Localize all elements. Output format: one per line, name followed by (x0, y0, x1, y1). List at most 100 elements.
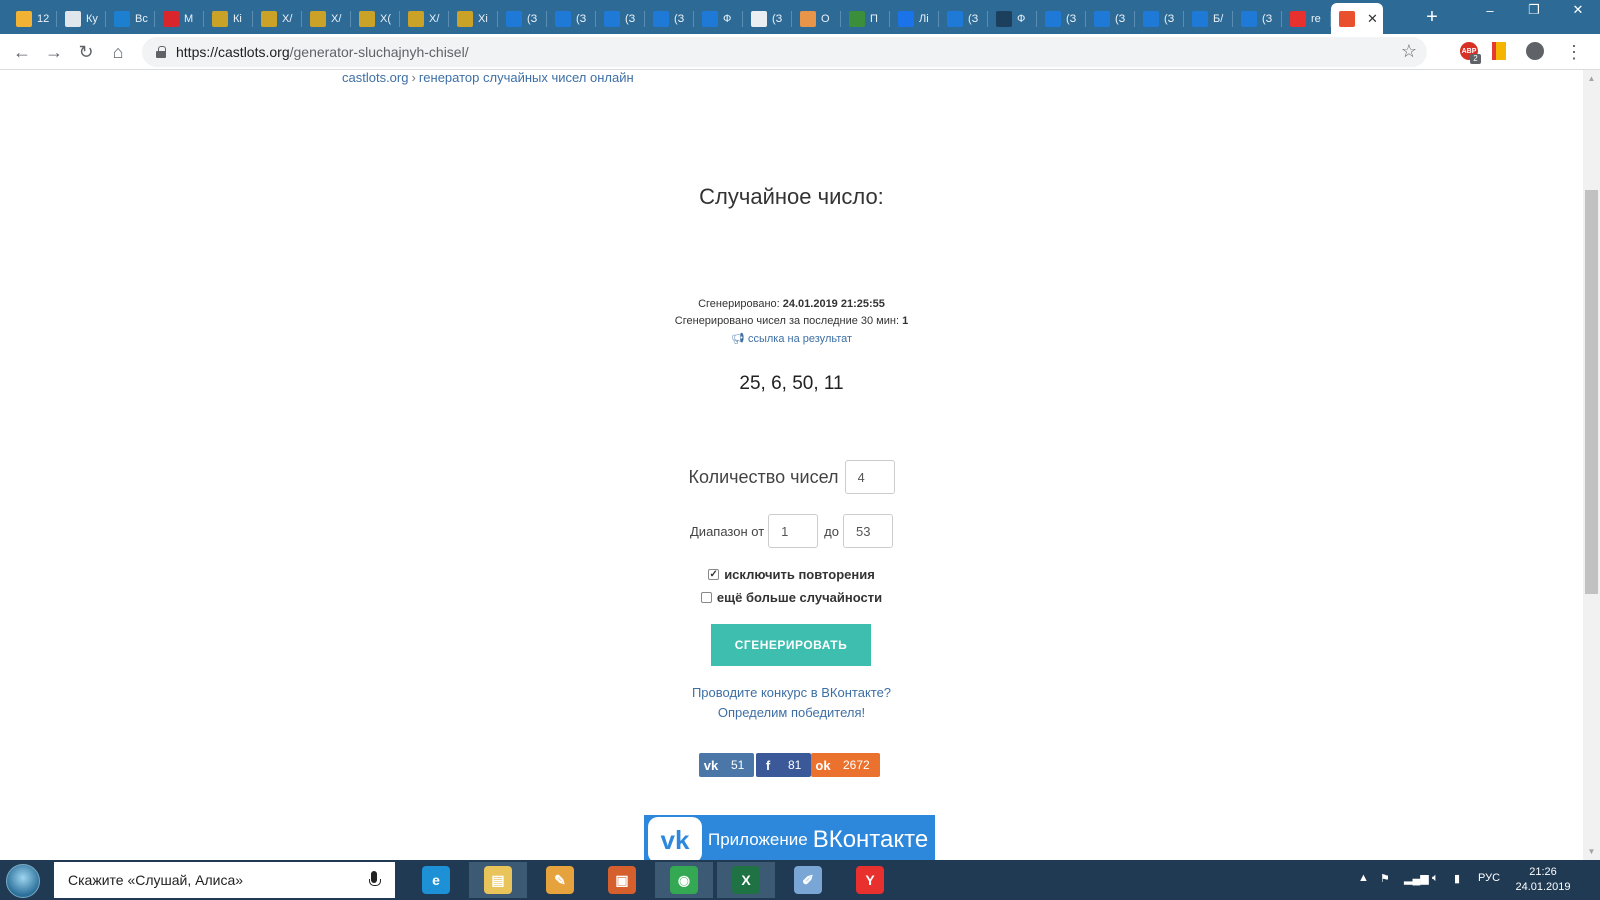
start-button[interactable] (6, 864, 40, 898)
breadcrumb-current-link[interactable]: генератор случайных чисел онлайн (419, 70, 634, 85)
vk-banner-text-1: Приложение (708, 830, 808, 849)
browser-tab[interactable]: (З (1135, 3, 1184, 34)
browser-tab[interactable]: М (155, 3, 204, 34)
browser-tab[interactable]: П (841, 3, 890, 34)
share-count: 81 (788, 758, 802, 772)
browser-tab[interactable]: (З (1037, 3, 1086, 34)
powerpoint-app-icon: ▣ (608, 866, 636, 894)
bookmark-extension-icon[interactable] (1492, 42, 1506, 60)
browser-tab[interactable]: Ф (694, 3, 743, 34)
volume-icon[interactable]: 🔈︎ (1432, 872, 1439, 885)
bookmark-star-icon[interactable]: ☆ (1401, 41, 1417, 62)
taskbar-clock[interactable]: 21:26 24.01.2019 (1508, 865, 1578, 895)
megaphone-icon: 📢︎ (730, 333, 745, 345)
minimize-button[interactable]: – (1468, 0, 1512, 20)
share-odnoklassniki-button[interactable]: ok 2672 (811, 753, 880, 777)
tray-expand-icon[interactable]: ▲ (1358, 872, 1369, 884)
maximize-button[interactable]: ❐ (1512, 0, 1556, 20)
vk-contest-line1[interactable]: Проводите конкурс в ВКонтакте? (0, 683, 1583, 703)
browser-tab[interactable]: Хі (449, 3, 498, 34)
taskbar-powerpoint-app[interactable]: ▣ (593, 862, 651, 898)
adblock-badge: 2 (1470, 54, 1481, 64)
browser-tab[interactable]: re (1282, 3, 1331, 34)
profile-avatar-icon[interactable] (1526, 42, 1544, 60)
page-scrollbar[interactable]: ▲ ▼ (1583, 70, 1600, 860)
castlots-icon (1339, 10, 1355, 27)
microphone-icon[interactable] (369, 871, 381, 889)
browser-tab[interactable]: (З (1233, 3, 1282, 34)
count-label: Количество чисел (688, 466, 839, 487)
vk-app-banner[interactable]: vk Приложение ВКонтакте (644, 815, 935, 860)
close-tab-icon[interactable]: ✕ (1367, 11, 1378, 27)
taskbar-excel[interactable]: X (717, 862, 775, 898)
network-signal-icon[interactable]: ▂▄▆ (1404, 872, 1429, 885)
no-repeat-label[interactable]: исключить повторения (724, 567, 875, 582)
scrollbar-thumb[interactable] (1585, 190, 1598, 594)
vk-contest-line2[interactable]: Определим победителя! (0, 703, 1583, 723)
browser-tab[interactable]: (З (596, 3, 645, 34)
browser-tab[interactable]: Лі (890, 3, 939, 34)
tab-title: Хі (478, 12, 488, 25)
close-window-button[interactable]: ✕ (1556, 0, 1600, 20)
browser-tab[interactable]: (З (498, 3, 547, 34)
scroll-up-arrow-icon[interactable]: ▲ (1583, 70, 1600, 87)
home-button[interactable]: ⌂ (106, 40, 130, 64)
breadcrumb-separator: › (411, 70, 416, 85)
tab-title: Х/ (282, 12, 293, 25)
browser-tab[interactable]: 12 (8, 3, 57, 34)
browser-tab[interactable]: (З (939, 3, 988, 34)
taskbar-search-box[interactable]: Скажите «Слушай, Алиса» (54, 862, 395, 898)
back-button[interactable]: ← (10, 40, 34, 64)
browser-tab[interactable]: Б/ (1184, 3, 1233, 34)
browser-tab[interactable]: (З (547, 3, 596, 34)
share-facebook-button[interactable]: f 81 (756, 753, 812, 777)
browser-tab[interactable]: О (792, 3, 841, 34)
blue-square-icon (555, 10, 571, 27)
reload-button[interactable]: ↻ (74, 40, 98, 64)
menu-button[interactable]: ⋮ (1562, 40, 1586, 64)
browser-tab[interactable]: Вс (106, 3, 155, 34)
breadcrumb: castlots.org › генератор случайных чисел о… (342, 70, 634, 85)
browser-tab[interactable]: Кі (204, 3, 253, 34)
generate-button[interactable]: СГЕНЕРИРОВАТЬ (711, 624, 871, 666)
taskbar-paint[interactable]: ✐ (779, 862, 837, 898)
browser-tab[interactable]: Ф (988, 3, 1037, 34)
tab-title: Вс (135, 12, 148, 25)
forward-button[interactable]: → (42, 40, 66, 64)
browser-tab[interactable]: (З (645, 3, 694, 34)
monitor-icon (114, 10, 130, 27)
address-bar[interactable]: https://castlots.org/generator-sluchajny… (142, 37, 1427, 67)
tab-title: (З (1164, 12, 1175, 25)
count-input[interactable] (844, 460, 895, 494)
flag-icon[interactable]: ⚑ (1380, 872, 1390, 885)
scroll-down-arrow-icon[interactable]: ▼ (1583, 843, 1600, 860)
browser-tab[interactable]: Х/ (400, 3, 449, 34)
range-to-input[interactable] (842, 514, 893, 548)
browser-tab[interactable]: Ку (57, 3, 106, 34)
taskbar-yandex-browser[interactable]: Y (841, 862, 899, 898)
no-repeat-checkbox[interactable]: ✓ (708, 569, 720, 580)
language-indicator[interactable]: РУС (1478, 872, 1500, 884)
range-from-input[interactable] (768, 514, 819, 548)
browser-tab[interactable]: Х( (351, 3, 400, 34)
new-tab-button[interactable]: + (1420, 4, 1444, 30)
more-random-label[interactable]: ещё больше случайности (717, 590, 882, 605)
browser-tab[interactable]: (З (1086, 3, 1135, 34)
vk-contest-link[interactable]: Проводите конкурс в ВКонтакте? Определим… (0, 683, 1583, 723)
share-vk-button[interactable]: vk 51 (699, 753, 755, 777)
browser-tab[interactable]: Х/ (253, 3, 302, 34)
blue-square-icon (1045, 10, 1061, 27)
taskbar-file-explorer[interactable]: ▤ (469, 862, 527, 898)
taskbar-internet-explorer[interactable]: e (407, 862, 465, 898)
arrow-right-icon: → (45, 41, 63, 62)
breadcrumb-home-link[interactable]: castlots.org (342, 70, 408, 85)
battery-tray-icon[interactable]: ▮ (1454, 872, 1460, 885)
taskbar-chrome[interactable]: ◉ (655, 862, 713, 898)
more-random-checkbox[interactable] (700, 592, 712, 603)
browser-tab[interactable]: Х/ (302, 3, 351, 34)
web-page: castlots.org › генератор случайных чисел о… (0, 70, 1583, 860)
browser-tab[interactable]: (З (743, 3, 792, 34)
taskbar-ruler-app[interactable]: ✎ (531, 862, 589, 898)
result-link[interactable]: 📢︎ ссылка на результат (0, 332, 1583, 345)
browser-tab[interactable]: ✕ (1331, 3, 1383, 34)
